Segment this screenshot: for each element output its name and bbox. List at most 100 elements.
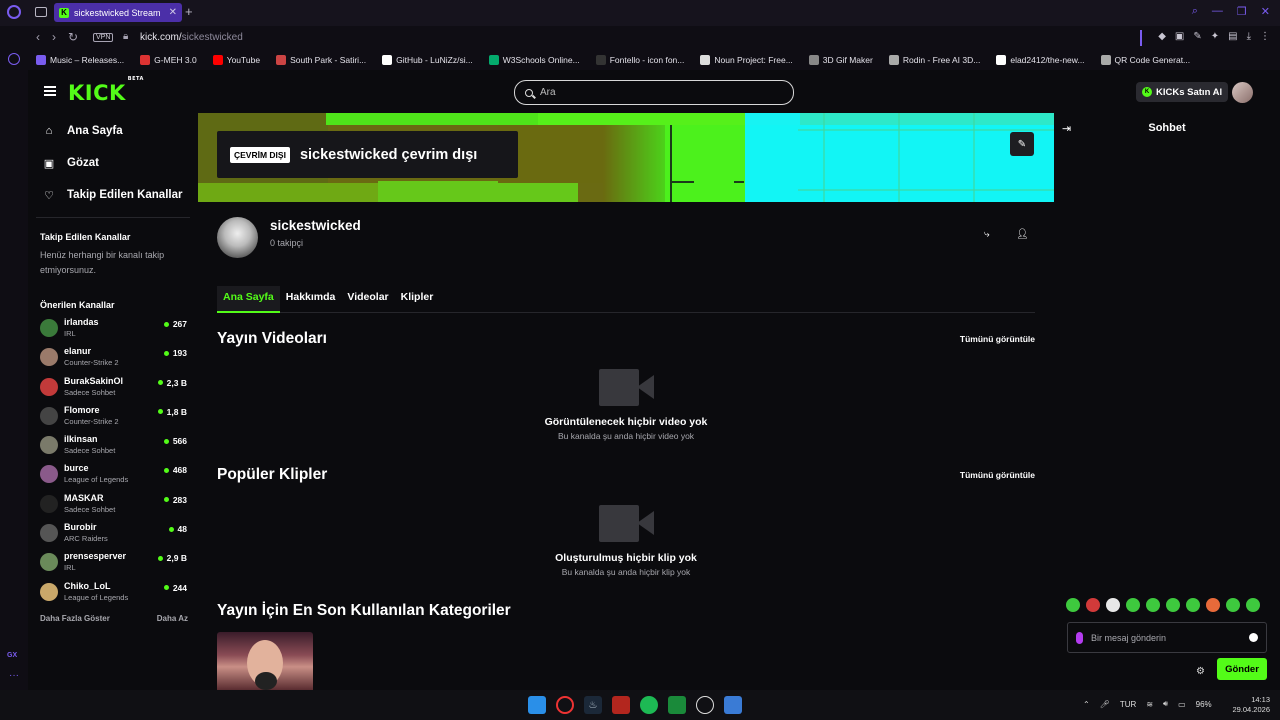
recommended-channel[interactable]: irlandas IRL 267 (28, 314, 198, 343)
menu-icon[interactable]: ⋮ (1260, 31, 1270, 42)
extension-icon[interactable]: ◆ (1158, 31, 1166, 42)
download-icon[interactable]: ⤓ (1247, 31, 1251, 42)
new-tab-icon[interactable]: + (185, 4, 193, 19)
bookmark-item[interactable]: G-MEH 3.0 (132, 55, 205, 65)
show-more-button[interactable]: Daha Fazla Göster (40, 614, 110, 623)
system-clock[interactable]: 14:13 29.04.2026 (1222, 695, 1270, 715)
bookmark-item[interactable]: Music – Releases... (28, 55, 132, 65)
spotify-icon[interactable] (640, 696, 658, 714)
emote-icon[interactable] (1086, 598, 1100, 612)
microphone-icon[interactable] (1076, 631, 1083, 644)
tab-1[interactable]: Hakkımda (280, 286, 342, 313)
bookmark-item[interactable]: GitHub - LuNiZz/si... (374, 55, 481, 65)
bookmark-item[interactable]: 3D Gif Maker (801, 55, 881, 65)
tab-3[interactable]: Klipler (395, 286, 440, 313)
show-less-button[interactable]: Daha Az (157, 614, 188, 623)
bookmark-item[interactable]: QR Code Generat... (1093, 55, 1199, 65)
language-indicator[interactable]: TUR (1120, 700, 1136, 709)
chat-message-input[interactable]: Bir mesaj gönderin (1067, 622, 1267, 653)
emote-icon[interactable] (1246, 598, 1260, 612)
search-tabs-icon[interactable]: ⌕ (1192, 5, 1198, 18)
sidebar-item-0[interactable]: ⌂ Ana Sayfa (28, 115, 198, 147)
close-tab-icon[interactable]: ✕ (169, 7, 177, 18)
gear-icon[interactable]: ⚙︎ (1196, 666, 1205, 677)
buy-kicks-button[interactable]: K KICKs Satın Al (1136, 82, 1229, 102)
recommended-channel[interactable]: Burobir ARC Raiders 48 (28, 519, 198, 548)
chevron-up-icon[interactable]: ⌃ (1083, 700, 1090, 709)
translate-icon[interactable]: ▣ (1175, 31, 1184, 42)
kick-logo[interactable]: KICKBETA (68, 76, 143, 105)
bookmark-item[interactable]: YouTube (205, 55, 268, 65)
emote-icon[interactable] (1146, 598, 1160, 612)
sidebar-item-1[interactable]: ▣ Gözat (28, 147, 198, 179)
tab-0[interactable]: Ana Sayfa (217, 286, 280, 313)
emote-icon[interactable] (1226, 598, 1240, 612)
avatar[interactable] (1232, 82, 1253, 103)
xbox-icon[interactable] (668, 696, 686, 714)
mail-icon[interactable] (724, 696, 742, 714)
opera-menu-icon[interactable] (7, 5, 21, 19)
edit-banner-button[interactable]: ✎ (1010, 132, 1034, 156)
volume-icon[interactable]: 🔊︎ (1163, 699, 1168, 709)
bookmark-item[interactable]: Fontello - icon fon... (588, 55, 693, 65)
wallet-icon[interactable]: ▤ (1228, 31, 1237, 42)
emote-icon[interactable] (1206, 598, 1220, 612)
emote-icon[interactable] (1186, 598, 1200, 612)
tab-2[interactable]: Videolar (341, 286, 394, 313)
videos-see-all-link[interactable]: Tümünü görüntüle (934, 334, 1035, 344)
lock-icon[interactable]: 🔒︎ (123, 31, 128, 42)
category-thumbnail[interactable] (217, 632, 313, 690)
emote-icon[interactable] (1106, 598, 1120, 612)
gx-icon[interactable]: GX (7, 652, 17, 659)
kick-header: KICKBETA Ara K KICKs Satın Al (28, 70, 1280, 114)
battery-icon[interactable]: ▭ (1178, 700, 1186, 709)
close-window-icon[interactable]: ✕ (1261, 5, 1270, 18)
recommended-channel[interactable]: prensesperver IRL 2,9 B (28, 548, 198, 577)
sidebar-item-2[interactable]: ♡ Takip Edilen Kanallar (28, 179, 198, 211)
maximize-icon[interactable]: ❐ (1237, 5, 1247, 18)
emote-icon[interactable] (1166, 598, 1180, 612)
recommended-channel[interactable]: burce League of Legends 468 (28, 460, 198, 489)
browser-tab-active[interactable]: K sickestwicked Stream ✕ (54, 3, 182, 22)
recommended-channel[interactable]: Flomore Counter-Strike 2 1,8 B (28, 402, 198, 431)
recommended-channel[interactable]: ilkinsan Sadece Sohbet 566 (28, 431, 198, 460)
recommended-channel[interactable]: BurakSakinOl Sadece Sohbet 2,3 B (28, 373, 198, 402)
tab-switcher-icon[interactable] (35, 7, 47, 17)
bookmark-item[interactable]: W3Schools Online... (481, 55, 588, 65)
search-input[interactable]: Ara (514, 80, 794, 105)
bookmark-item[interactable]: Noun Project: Free... (692, 55, 800, 65)
opera-sidebar-icon[interactable] (8, 53, 20, 65)
reload-icon[interactable]: ↻ (68, 30, 78, 44)
url-field[interactable]: kick.com/sickestwicked (140, 32, 243, 43)
hamburger-menu-icon[interactable] (44, 86, 56, 96)
obs-icon[interactable] (696, 696, 714, 714)
emote-icon[interactable] (1066, 598, 1080, 612)
bookmark-item[interactable]: Rodin - Free AI 3D... (881, 55, 988, 65)
share-icon[interactable]: ⤷ (984, 229, 990, 240)
emoji-icon[interactable] (1249, 633, 1258, 642)
more-icon[interactable]: ··· (9, 670, 19, 681)
pen-icon[interactable]: ✎ (1193, 31, 1201, 42)
vpn-badge[interactable]: VPN (93, 33, 114, 42)
recommended-channel[interactable]: elanur Counter-Strike 2 193 (28, 343, 198, 372)
puzzle-icon[interactable]: ✦ (1211, 31, 1219, 42)
dota-icon[interactable] (612, 696, 630, 714)
forward-icon[interactable]: › (52, 30, 56, 44)
wifi-icon[interactable]: ≋ (1146, 700, 1153, 709)
send-button[interactable]: Gönder (1217, 658, 1267, 680)
back-icon[interactable]: ‹ (36, 30, 40, 44)
follow-user-icon[interactable]: 👤︎ (1016, 229, 1029, 240)
opera-gx-icon[interactable] (556, 696, 574, 714)
emote-icon[interactable] (1126, 598, 1140, 612)
recommended-channel[interactable]: MASKAR Sadece Sohbet 283 (28, 490, 198, 519)
clips-see-all-link[interactable]: Tümünü görüntüle (934, 470, 1035, 480)
microphone-tray-icon[interactable]: 🎤︎ (1100, 700, 1110, 709)
bookmark-item[interactable]: South Park - Satiri... (268, 55, 374, 65)
steam-icon[interactable]: ♨︎ (584, 696, 602, 714)
channel-avatar[interactable] (217, 217, 258, 258)
windows-start-icon[interactable] (528, 696, 546, 714)
collapse-chat-icon[interactable]: ⇥ (1062, 122, 1073, 135)
recommended-channel[interactable]: Chiko_LoL League of Legends 244 (28, 578, 198, 607)
minimize-icon[interactable]: — (1212, 5, 1223, 18)
bookmark-item[interactable]: elad2412/the-new... (988, 55, 1092, 65)
